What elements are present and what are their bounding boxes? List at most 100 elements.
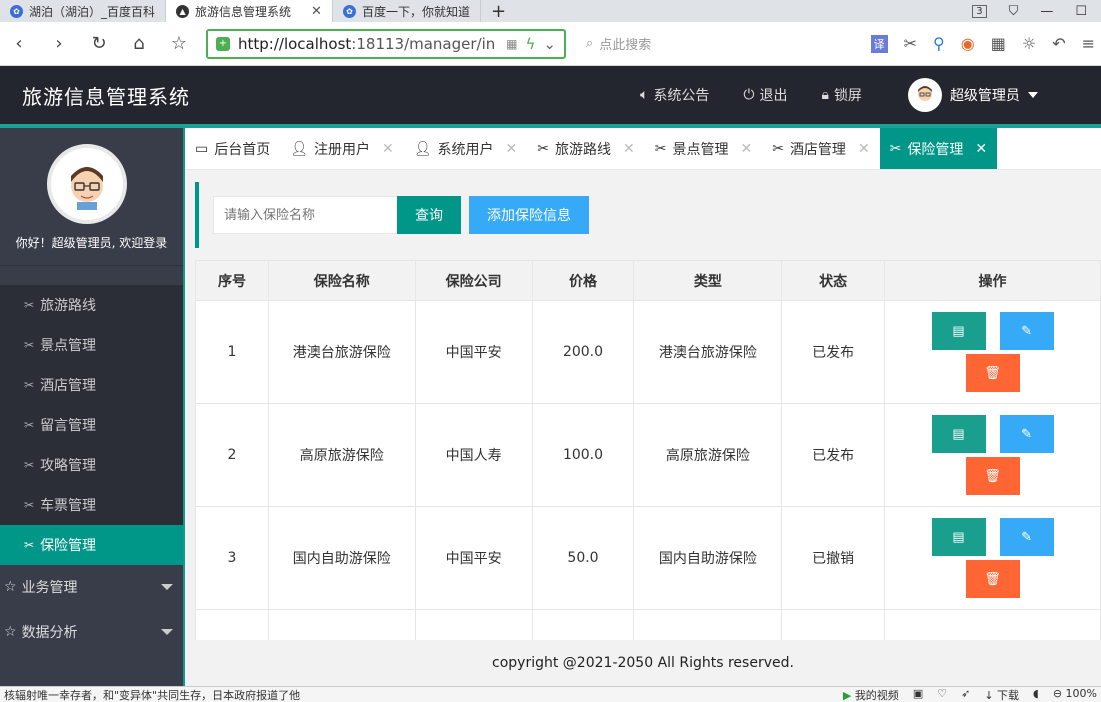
- tab-scenic[interactable]: ✂ 景点管理 ✕: [645, 128, 762, 169]
- insurance-table: 序号 保险名称 保险公司 价格 类型 状态 操作 1 港澳台旅游保险 中国平安 …: [195, 260, 1101, 702]
- news-ticker[interactable]: 核辐射唯一幸存者，和"变异体"共同生存，日本政府报道了他: [4, 687, 843, 702]
- tools-icon: ✂: [24, 338, 35, 352]
- view-button[interactable]: ▤: [931, 518, 986, 556]
- minimize-icon[interactable]: —: [1040, 4, 1053, 19]
- close-tab-icon[interactable]: ✕: [382, 141, 394, 157]
- lightning-icon[interactable]: ϟ: [526, 35, 536, 53]
- search-panel: 查询 添加保险信息: [195, 182, 1101, 248]
- browser-search-input[interactable]: ⌕ 点此搜索: [580, 30, 780, 58]
- back-icon[interactable]: ‹: [6, 33, 32, 54]
- tools-icon: ✂: [24, 378, 35, 392]
- play-icon: ▶: [842, 688, 852, 702]
- sidebar-item-scenic[interactable]: ✂ 景点管理: [0, 325, 183, 365]
- tab-dashboard[interactable]: ▭ 后台首页: [185, 128, 280, 169]
- sidebar-item-ticket[interactable]: ✂ 车票管理: [0, 485, 183, 525]
- edit-button[interactable]: ✎: [999, 415, 1054, 453]
- app-header: 旅游信息管理系统 🔈︎ 系统公告 ⏻ 退出 🔒︎ 锁屏 超级管理员: [0, 66, 1101, 124]
- edit-button[interactable]: ✎: [999, 518, 1054, 556]
- col-header-no: 序号: [195, 260, 269, 301]
- view-button[interactable]: ▤: [931, 415, 986, 453]
- home-icon[interactable]: ⌂: [126, 33, 152, 54]
- pencil-icon: ✎: [1021, 323, 1032, 338]
- sidebar-item-guide[interactable]: ✂ 攻略管理: [0, 445, 183, 485]
- bookmark-star-icon[interactable]: ☆: [166, 33, 192, 54]
- browser-tab[interactable]: ✿ 百度一下，你就知道: [333, 0, 481, 22]
- image-icon[interactable]: ▣: [913, 687, 923, 702]
- forward-icon[interactable]: ›: [46, 33, 72, 54]
- delete-button[interactable]: 🗑︎: [965, 354, 1020, 392]
- app-title: 旅游信息管理系统: [22, 84, 190, 109]
- close-tab-icon[interactable]: ✕: [740, 141, 752, 157]
- cell-name: 港澳台旅游保险: [267, 300, 416, 404]
- close-tab-icon[interactable]: ✕: [858, 141, 870, 157]
- close-tab-icon[interactable]: ✕: [506, 141, 518, 157]
- menu-icon[interactable]: ≡: [1082, 34, 1095, 53]
- shirt-icon[interactable]: ⛉: [1009, 4, 1019, 19]
- game-controller-icon[interactable]: ◉: [961, 34, 975, 53]
- close-tab-icon[interactable]: ✕: [623, 141, 635, 157]
- address-text[interactable]: http://localhost:18113/manager/in: [238, 35, 498, 53]
- delete-button[interactable]: 🗑︎: [965, 560, 1020, 598]
- sidebar-group-analytics[interactable]: ☆ 数据分析: [0, 610, 183, 654]
- sidebar-item-route[interactable]: ✂ 旅游路线: [0, 285, 183, 325]
- add-insurance-button[interactable]: 添加保险信息: [469, 196, 589, 234]
- browser-tab[interactable]: ✿ 湖泊（湖泊）_百度百科: [0, 0, 167, 22]
- qr-icon[interactable]: ▦: [506, 37, 517, 51]
- avatar: [907, 78, 942, 112]
- sidebar-group-header[interactable]: [0, 254, 183, 266]
- tab-hotel[interactable]: ✂ 酒店管理 ✕: [762, 128, 879, 169]
- chevron-down-icon[interactable]: ⌄: [543, 35, 556, 53]
- heart-icon[interactable]: ♡: [937, 687, 947, 702]
- insurance-name-input[interactable]: [213, 196, 399, 234]
- magnifier-icon[interactable]: ⚲: [933, 34, 945, 53]
- chevron-down-icon: [161, 584, 173, 590]
- tab-system-users[interactable]: 👤︎ 系统用户 ✕: [404, 128, 528, 169]
- cell-status: 已发布: [781, 300, 886, 404]
- tab-registered-users[interactable]: 👤︎ 注册用户 ✕: [280, 128, 404, 169]
- cell-type: 高原旅游保险: [633, 403, 783, 507]
- logout-link[interactable]: ⏻ 退出: [743, 85, 787, 105]
- address-bar[interactable]: + http://localhost:18113/manager/in ▦ ϟ …: [206, 28, 566, 59]
- cell-status: 已发布: [781, 403, 886, 507]
- delete-button[interactable]: 🗑︎: [965, 457, 1020, 495]
- edit-button[interactable]: ✎: [999, 312, 1054, 350]
- tools-icon: ✂: [772, 140, 784, 157]
- cell-type: 港澳台旅游保险: [633, 300, 783, 404]
- close-tab-icon[interactable]: ✕: [975, 141, 987, 157]
- zoom-level[interactable]: ⊖ 100%: [1053, 687, 1097, 702]
- baidu-paw-icon: ✿: [342, 4, 356, 18]
- username: 超级管理员: [949, 88, 1020, 104]
- col-header-actions: 操作: [884, 260, 1101, 301]
- translate-button[interactable]: 译: [870, 34, 888, 53]
- volume-icon[interactable]: ◖: [1033, 687, 1039, 702]
- download-link[interactable]: ↓ 下载: [984, 687, 1019, 702]
- scissors-icon[interactable]: ✂: [904, 34, 917, 53]
- view-button[interactable]: ▤: [931, 312, 986, 350]
- reload-icon[interactable]: ↻: [86, 33, 112, 54]
- new-tab-button[interactable]: +: [481, 0, 516, 22]
- sidebar-item-insurance[interactable]: ✂ 保险管理: [0, 525, 183, 565]
- query-button[interactable]: 查询: [397, 196, 461, 234]
- brightness-icon[interactable]: ☼: [1022, 34, 1036, 53]
- tab-count-badge[interactable]: 3: [972, 4, 987, 18]
- sidebar-group-business[interactable]: ☆ 业务管理: [0, 565, 183, 609]
- tools-icon: ✂: [24, 538, 35, 552]
- toolbar-extensions: 译 ✂ ⚲ ◉ ▦ ☼ ↶ ≡: [870, 34, 1095, 53]
- sidebar: 你好！超级管理员, 欢迎登录 ✂ 旅游路线 ✂ 景点管理 ✂ 酒店管理 ✂ 留言管理 ✂…: [0, 128, 183, 702]
- my-video-link[interactable]: ▶ 我的视频: [843, 687, 899, 702]
- apps-grid-icon[interactable]: ▦: [991, 34, 1006, 53]
- tools-icon: ✂: [24, 298, 35, 312]
- close-tab-icon[interactable]: ✕: [311, 4, 322, 19]
- rocket-icon[interactable]: ➶: [961, 687, 970, 702]
- col-header-type: 类型: [633, 260, 783, 301]
- lock-screen-link[interactable]: 🔒︎ 锁屏: [821, 85, 861, 105]
- sidebar-item-message[interactable]: ✂ 留言管理: [0, 405, 183, 445]
- undo-icon[interactable]: ↶: [1052, 34, 1065, 53]
- maximize-icon[interactable]: ☐: [1075, 4, 1087, 19]
- sidebar-item-hotel[interactable]: ✂ 酒店管理: [0, 365, 183, 405]
- announcement-link[interactable]: 🔈︎ 系统公告: [640, 85, 709, 105]
- tab-routes[interactable]: ✂ 旅游路线 ✕: [527, 128, 644, 169]
- user-menu[interactable]: 超级管理员: [907, 78, 1038, 112]
- tab-insurance[interactable]: ✂ 保险管理 ✕: [879, 128, 998, 169]
- browser-tab-active[interactable]: ▲ 旅游信息管理系统 ✕: [166, 0, 333, 22]
